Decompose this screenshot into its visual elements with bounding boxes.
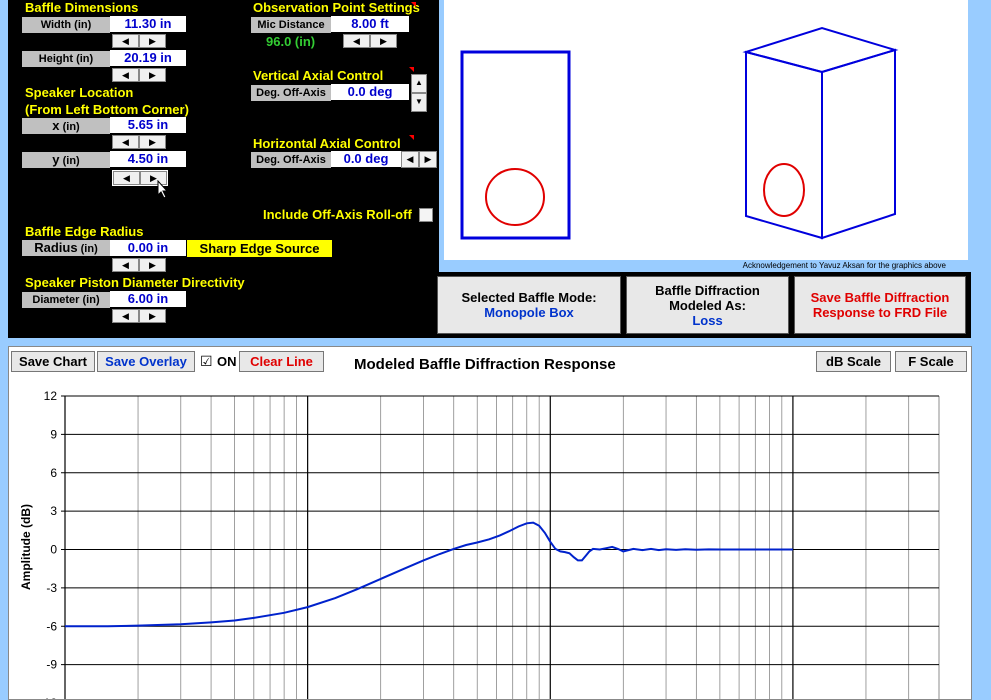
- y-tick-label: -3: [46, 581, 57, 595]
- width-value-field[interactable]: 11.30 in: [110, 16, 186, 32]
- radius-decrease-button[interactable]: ◀: [112, 258, 139, 272]
- modeled-as-box: Baffle Diffraction Modeled As: Loss: [626, 276, 789, 334]
- y-label: y (in): [22, 152, 110, 168]
- horizontal-axial-title: Horizontal Axial Control: [253, 136, 401, 151]
- y-tick-label: 3: [50, 504, 57, 518]
- radius-label: Radius (in): [22, 240, 110, 256]
- diameter-label: Diameter (in): [22, 292, 110, 308]
- horizontal-off-axis-field[interactable]: 0.0 deg: [331, 151, 401, 167]
- horizontal-left-button[interactable]: ◀: [401, 151, 419, 168]
- rolloff-checkbox[interactable]: [419, 208, 433, 222]
- horizontal-off-axis-label: Deg. Off-Axis: [251, 152, 331, 168]
- height-label: Height (in): [22, 51, 110, 67]
- baffle-front-view: [460, 50, 571, 240]
- radius-increase-button[interactable]: ▶: [139, 258, 166, 272]
- baffle-preview: [444, 0, 968, 260]
- y-decrease-button[interactable]: ◀: [113, 171, 140, 185]
- mic-distance-spinner: ◀ ▶: [343, 34, 397, 48]
- y-tick-label: -12: [40, 696, 58, 699]
- y-tick-label: 6: [50, 466, 57, 480]
- height-decrease-button[interactable]: ◀: [112, 68, 139, 82]
- y-axis-label: Amplitude (dB): [19, 504, 33, 590]
- vertical-up-button[interactable]: ▲: [411, 74, 427, 93]
- height-spinner: ◀ ▶: [112, 68, 166, 82]
- piston-directivity-title: Speaker Piston Diameter Directivity: [25, 275, 245, 290]
- box-front-face: [745, 50, 823, 240]
- control-panel: Baffle Dimensions Width (in) 11.30 in ◀ …: [8, 0, 439, 338]
- x-spinner: ◀ ▶: [112, 135, 166, 149]
- selected-baffle-mode-box: Selected Baffle Mode: Monopole Box: [437, 276, 621, 334]
- width-increase-button[interactable]: ▶: [139, 34, 166, 48]
- vertical-off-axis-label: Deg. Off-Axis: [251, 85, 331, 101]
- box-top-face: [742, 26, 899, 74]
- y-tick-label: 12: [44, 389, 58, 403]
- mode-bar: Selected Baffle Mode: Monopole Box Baffl…: [436, 272, 971, 338]
- selected-mode-label: Selected Baffle Mode:: [461, 290, 597, 305]
- width-label: Width (in): [22, 17, 110, 33]
- mic-distance-inches: 96.0 (in): [266, 34, 316, 49]
- save-frd-line1: Save Baffle Diffraction: [810, 290, 950, 305]
- diameter-spinner: ◀ ▶: [112, 309, 166, 323]
- response-line: [65, 521, 793, 628]
- y-tick-label: -9: [46, 658, 57, 672]
- chart-panel: Save Chart Save Overlay ☑ ON Clear Line …: [8, 346, 972, 700]
- diameter-decrease-button[interactable]: ◀: [112, 309, 139, 323]
- save-frd-button[interactable]: Save Baffle Diffraction Response to FRD …: [794, 276, 966, 334]
- baffle-dimensions-title: Baffle Dimensions: [25, 0, 139, 15]
- vertical-axial-title: Vertical Axial Control: [253, 68, 384, 83]
- speaker-location-title: Speaker Location: [25, 85, 134, 100]
- height-value-field[interactable]: 20.19 in: [110, 50, 186, 66]
- driver-3d-view: [763, 163, 805, 217]
- mic-increase-button[interactable]: ▶: [370, 34, 397, 48]
- x-decrease-button[interactable]: ◀: [112, 135, 139, 149]
- width-decrease-button[interactable]: ◀: [112, 34, 139, 48]
- response-chart: 12 9 6 3 0 -3 -6 -9 -12 Amplitude (dB): [19, 389, 940, 699]
- diameter-value-field[interactable]: 6.00 in: [110, 291, 186, 307]
- mic-distance-field[interactable]: 8.00 ft: [331, 16, 409, 32]
- rolloff-label: Include Off-Axis Roll-off: [263, 207, 412, 222]
- vertical-down-button[interactable]: ▼: [411, 93, 427, 112]
- x-increase-button[interactable]: ▶: [139, 135, 166, 149]
- observation-title: Observation Point Settings: [253, 0, 420, 15]
- mic-decrease-button[interactable]: ◀: [343, 34, 370, 48]
- chart-grid: [61, 395, 940, 699]
- width-spinner: ◀ ▶: [112, 34, 166, 48]
- box-side-face: [821, 48, 896, 240]
- y-tick-label: 9: [50, 427, 57, 441]
- vertical-spinner: ▲ ▼: [411, 74, 427, 112]
- modeled-as-line1: Baffle Diffraction: [655, 282, 760, 298]
- horizontal-right-button[interactable]: ▶: [419, 151, 437, 168]
- comment-marker-icon: [411, 2, 416, 7]
- mic-distance-label: Mic Distance: [251, 17, 331, 33]
- selected-mode-value: Monopole Box: [484, 305, 574, 320]
- y-tick-label: -6: [46, 619, 57, 633]
- acknowledgement-text: Acknowledgement to Yavuz Aksan for the g…: [742, 261, 946, 270]
- mouse-cursor-icon: [157, 180, 169, 199]
- y-tick-labels: 12 9 6 3 0 -3 -6 -9 -12: [40, 389, 58, 699]
- x-value-field[interactable]: 5.65 in: [110, 117, 186, 133]
- x-label: x (in): [22, 118, 110, 134]
- modeled-as-line2: Modeled As:: [669, 297, 746, 313]
- baffle-edge-radius-title: Baffle Edge Radius: [25, 224, 144, 239]
- y-value-field[interactable]: 4.50 in: [110, 151, 186, 167]
- speaker-location-subtitle: (From Left Bottom Corner): [25, 102, 189, 117]
- horizontal-spinner: ◀ ▶: [401, 151, 437, 168]
- baffle-graphics: [460, 26, 899, 240]
- edge-status-badge: Sharp Edge Source: [187, 240, 332, 257]
- height-increase-button[interactable]: ▶: [139, 68, 166, 82]
- y-tick-label: 0: [50, 543, 57, 557]
- radius-value-field[interactable]: 0.00 in: [110, 240, 186, 256]
- driver-front-view: [485, 168, 545, 226]
- vertical-off-axis-field[interactable]: 0.0 deg: [331, 84, 409, 100]
- comment-marker-icon: [409, 135, 414, 140]
- radius-spinner: ◀ ▶: [112, 258, 166, 272]
- comment-marker-icon: [409, 67, 414, 72]
- save-frd-line2: Response to FRD File: [812, 305, 948, 320]
- diameter-increase-button[interactable]: ▶: [139, 309, 166, 323]
- modeled-as-value: Loss: [692, 312, 723, 328]
